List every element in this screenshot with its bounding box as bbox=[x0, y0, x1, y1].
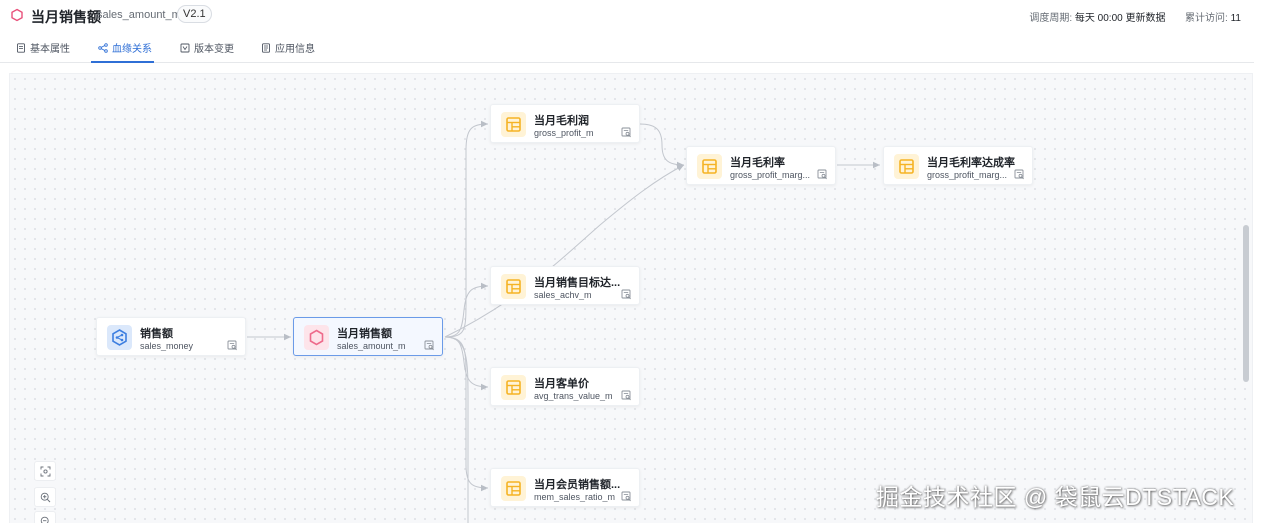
zoom-in-button[interactable] bbox=[34, 487, 56, 507]
tab-bar: 基本属性 血缘关系 版本变更 应用信息 bbox=[0, 38, 1254, 63]
node-code: sales_achv_m bbox=[534, 290, 592, 300]
schedule-label: 调度周期: bbox=[1029, 13, 1073, 24]
composite-metric-icon bbox=[501, 274, 526, 299]
node-title: 当月销售额 bbox=[337, 328, 392, 340]
node-code: sales_money bbox=[140, 341, 194, 351]
list-icon bbox=[262, 43, 270, 53]
hexagon-icon bbox=[11, 8, 23, 22]
zoom-out-icon bbox=[40, 516, 49, 523]
metric-code: sales_amount_m bbox=[97, 9, 181, 21]
node-code: gross_profit_m bbox=[534, 128, 594, 138]
node-mem-sales-ratio-m[interactable]: 当月会员销售额... mem_sales_ratio_m bbox=[490, 468, 640, 507]
node-code: gross_profit_marg... bbox=[730, 170, 811, 180]
node-title: 当月毛利润 bbox=[534, 115, 589, 127]
node-title: 当月会员销售额... bbox=[534, 479, 621, 491]
node-code: mem_sales_ratio_m bbox=[534, 492, 616, 502]
node-title: 当月毛利率 bbox=[730, 157, 785, 169]
composite-metric-icon bbox=[501, 476, 526, 501]
detail-icon[interactable] bbox=[621, 390, 632, 401]
header-meta: 调度周期: 每天 00:00 更新数据 累计访问: 11 bbox=[1029, 9, 1241, 24]
tab-label: 基本属性 bbox=[30, 44, 70, 55]
node-title: 当月客单价 bbox=[534, 378, 589, 390]
node-avg-trans-value-m[interactable]: 当月客单价 avg_trans_value_m bbox=[490, 367, 640, 406]
tab-lineage[interactable]: 血缘关系 bbox=[91, 38, 154, 63]
vertical-scrollbar[interactable] bbox=[1243, 225, 1249, 382]
derived-metric-icon bbox=[304, 325, 329, 350]
visits-count: 11 bbox=[1230, 13, 1241, 24]
detail-icon[interactable] bbox=[424, 340, 435, 351]
detail-icon[interactable] bbox=[621, 491, 632, 502]
version-icon bbox=[180, 43, 190, 53]
node-gross-profit-m[interactable]: 当月毛利润 gross_profit_m bbox=[490, 104, 640, 143]
detail-icon[interactable] bbox=[621, 127, 632, 138]
tab-basic-attributes[interactable]: 基本属性 bbox=[16, 38, 70, 63]
zoom-in-icon bbox=[40, 492, 51, 503]
node-title: 当月毛利率达成率 bbox=[927, 157, 1015, 169]
node-sales-amount-m[interactable]: 当月销售额 sales_amount_m bbox=[293, 317, 443, 356]
detail-icon[interactable] bbox=[1014, 169, 1025, 180]
schedule-value: 每天 00:00 更新数据 bbox=[1074, 13, 1166, 24]
page-title: 当月销售额 bbox=[31, 9, 101, 25]
node-sales-achv-m[interactable]: 当月销售目标达... sales_achv_m bbox=[490, 266, 640, 305]
composite-metric-icon bbox=[501, 112, 526, 137]
detail-icon[interactable] bbox=[621, 289, 632, 300]
node-title: 销售额 bbox=[140, 328, 173, 340]
document-icon bbox=[17, 43, 25, 53]
node-gross-profit-margin-achv-m[interactable]: 当月毛利率达成率 gross_profit_marg... bbox=[883, 146, 1033, 185]
node-code: gross_profit_marg... bbox=[927, 170, 1008, 180]
tab-label: 版本变更 bbox=[194, 44, 234, 55]
fit-view-button[interactable] bbox=[34, 461, 56, 481]
composite-metric-icon bbox=[501, 375, 526, 400]
tab-label: 血缘关系 bbox=[112, 44, 152, 55]
composite-metric-icon bbox=[697, 154, 722, 179]
zoom-out-button[interactable] bbox=[34, 511, 56, 523]
watermark: 掘金技术社区 @ 袋鼠云DTSTACK bbox=[876, 484, 1235, 510]
lineage-icon bbox=[98, 43, 108, 53]
node-gross-profit-margin-m[interactable]: 当月毛利率 gross_profit_marg... bbox=[686, 146, 836, 185]
visits-label: 累计访问: bbox=[1185, 13, 1228, 24]
detail-icon[interactable] bbox=[817, 169, 828, 180]
fit-view-icon bbox=[40, 466, 51, 477]
node-code: avg_trans_value_m bbox=[534, 391, 613, 401]
page-header: 当月销售额 sales_amount_m V2.1 调度周期: 每天 00:00… bbox=[0, 0, 1265, 30]
atomic-metric-icon bbox=[107, 325, 132, 350]
version-badge[interactable]: V2.1 bbox=[177, 5, 212, 23]
node-code: sales_amount_m bbox=[337, 341, 406, 351]
node-sales-money[interactable]: 销售额 sales_money bbox=[96, 317, 246, 356]
node-title: 当月销售目标达... bbox=[534, 277, 621, 289]
tab-application-info[interactable]: 应用信息 bbox=[261, 38, 315, 63]
detail-icon[interactable] bbox=[227, 340, 238, 351]
composite-metric-icon bbox=[894, 154, 919, 179]
tab-version-changes[interactable]: 版本变更 bbox=[180, 38, 234, 63]
tab-label: 应用信息 bbox=[275, 44, 315, 55]
